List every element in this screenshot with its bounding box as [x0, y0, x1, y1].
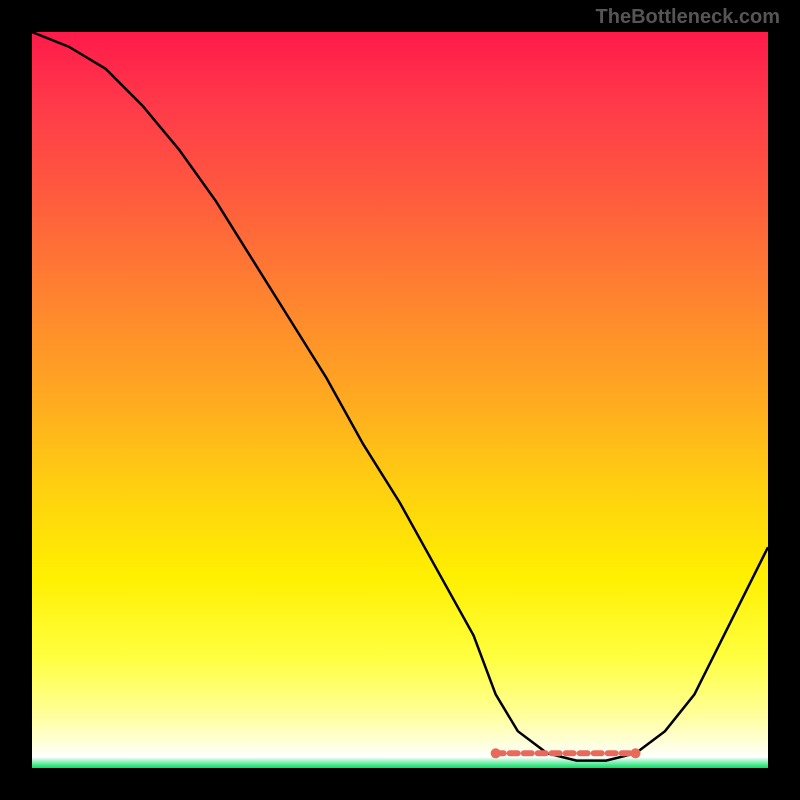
watermark-text: TheBottleneck.com	[596, 6, 780, 29]
bottleneck-curve-svg	[32, 32, 768, 768]
chart-plot-area	[32, 32, 768, 768]
curve-path	[32, 32, 768, 761]
